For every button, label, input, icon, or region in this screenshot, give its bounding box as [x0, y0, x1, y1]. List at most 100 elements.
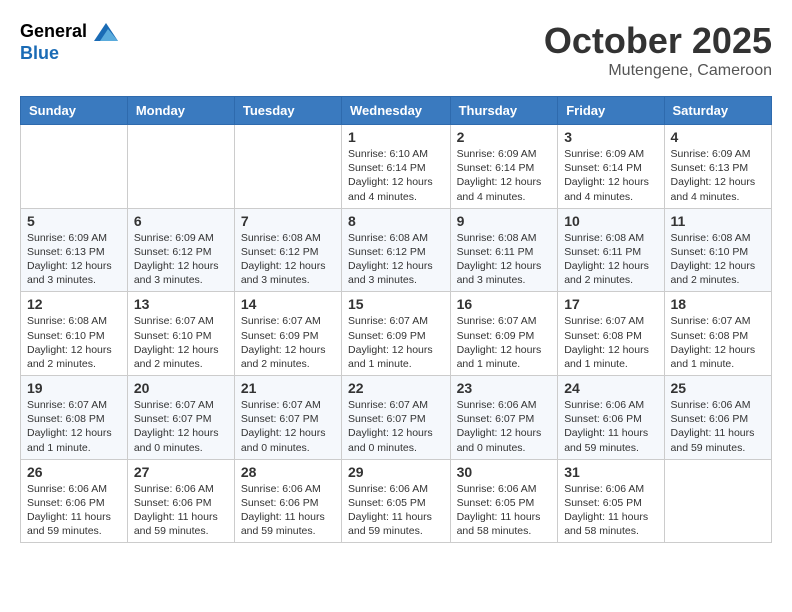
calendar-cell: 31Sunrise: 6:06 AMSunset: 6:05 PMDayligh… — [558, 459, 664, 543]
month-title: October 2025 — [544, 20, 772, 62]
day-number: 25 — [671, 380, 765, 396]
calendar-cell: 13 Sunrise: 6:07 AMSunset: 6:10 PMDayligh… — [127, 292, 234, 376]
calendar-cell: 5Sunrise: 6:09 AMSunset: 6:13 PMDaylight… — [21, 208, 128, 292]
calendar-cell: 17 Sunrise: 6:07 AMSunset: 6:08 PMDayligh… — [558, 292, 664, 376]
day-info: Sunrise: 6:07 AMSunset: 6:10 PMDaylight:… — [134, 314, 228, 371]
calendar-cell: 9 Sunrise: 6:08 AMSunset: 6:11 PMDaylight… — [450, 208, 558, 292]
calendar-cell: 29 Sunrise: 6:06 AMSunset: 6:05 PMDayligh… — [342, 459, 451, 543]
calendar-week-row: 1 Sunrise: 6:10 AMSunset: 6:14 PMDaylight… — [21, 125, 772, 209]
col-header-friday: Friday — [558, 97, 664, 125]
day-info: Sunrise: 6:08 AMSunset: 6:10 PMDaylight:… — [671, 231, 765, 288]
day-number: 21 — [241, 380, 335, 396]
calendar-cell: 20 Sunrise: 6:07 AMSunset: 6:07 PMDayligh… — [127, 376, 234, 460]
day-number: 5 — [27, 213, 121, 229]
day-number: 23 — [457, 380, 552, 396]
calendar-table: SundayMondayTuesdayWednesdayThursdayFrid… — [20, 96, 772, 543]
day-info: Sunrise: 6:08 AMSunset: 6:12 PMDaylight:… — [348, 231, 444, 288]
day-info: Sunrise: 6:08 AMSunset: 6:11 PMDaylight:… — [457, 231, 552, 288]
calendar-cell: 16Sunrise: 6:07 AMSunset: 6:09 PMDayligh… — [450, 292, 558, 376]
day-number: 31 — [564, 464, 657, 480]
calendar-cell: 25 Sunrise: 6:06 AMSunset: 6:06 PMDayligh… — [664, 376, 771, 460]
day-number: 11 — [671, 213, 765, 229]
day-info: Sunrise: 6:07 AMSunset: 6:09 PMDaylight:… — [241, 314, 335, 371]
calendar-cell: 27Sunrise: 6:06 AMSunset: 6:06 PMDayligh… — [127, 459, 234, 543]
day-info: Sunrise: 6:07 AMSunset: 6:07 PMDaylight:… — [348, 398, 444, 455]
day-info: Sunrise: 6:06 AMSunset: 6:05 PMDaylight:… — [348, 482, 444, 539]
calendar-week-row: 5Sunrise: 6:09 AMSunset: 6:13 PMDaylight… — [21, 208, 772, 292]
calendar-cell: 8Sunrise: 6:08 AMSunset: 6:12 PMDaylight… — [342, 208, 451, 292]
calendar-week-row: 26Sunrise: 6:06 AMSunset: 6:06 PMDayligh… — [21, 459, 772, 543]
day-number: 1 — [348, 129, 444, 145]
day-info: Sunrise: 6:06 AMSunset: 6:05 PMDaylight:… — [457, 482, 552, 539]
day-info: Sunrise: 6:08 AMSunset: 6:12 PMDaylight:… — [241, 231, 335, 288]
day-number: 17 — [564, 296, 657, 312]
calendar-cell: 26Sunrise: 6:06 AMSunset: 6:06 PMDayligh… — [21, 459, 128, 543]
day-number: 20 — [134, 380, 228, 396]
location-subtitle: Mutengene, Cameroon — [544, 62, 772, 80]
day-info: Sunrise: 6:07 AMSunset: 6:09 PMDaylight:… — [348, 314, 444, 371]
logo-blue: Blue — [20, 44, 118, 64]
day-number: 13 — [134, 296, 228, 312]
calendar-cell: 22 Sunrise: 6:07 AMSunset: 6:07 PMDayligh… — [342, 376, 451, 460]
logo-general: General — [20, 20, 118, 44]
day-number: 9 — [457, 213, 552, 229]
day-number: 3 — [564, 129, 657, 145]
day-number: 6 — [134, 213, 228, 229]
day-number: 22 — [348, 380, 444, 396]
day-number: 2 — [457, 129, 552, 145]
col-header-wednesday: Wednesday — [342, 97, 451, 125]
calendar-week-row: 12Sunrise: 6:08 AMSunset: 6:10 PMDayligh… — [21, 292, 772, 376]
col-header-saturday: Saturday — [664, 97, 771, 125]
calendar-cell: 4Sunrise: 6:09 AMSunset: 6:13 PMDaylight… — [664, 125, 771, 209]
day-number: 14 — [241, 296, 335, 312]
day-info: Sunrise: 6:06 AMSunset: 6:06 PMDaylight:… — [241, 482, 335, 539]
day-number: 28 — [241, 464, 335, 480]
calendar-cell: 12Sunrise: 6:08 AMSunset: 6:10 PMDayligh… — [21, 292, 128, 376]
day-info: Sunrise: 6:06 AMSunset: 6:06 PMDaylight:… — [27, 482, 121, 539]
day-number: 30 — [457, 464, 552, 480]
day-number: 27 — [134, 464, 228, 480]
calendar-cell: 30 Sunrise: 6:06 AMSunset: 6:05 PMDayligh… — [450, 459, 558, 543]
col-header-thursday: Thursday — [450, 97, 558, 125]
page-header: General Blue October 2025 Mutengene, Cam… — [20, 20, 772, 80]
day-number: 19 — [27, 380, 121, 396]
col-header-sunday: Sunday — [21, 97, 128, 125]
calendar-cell: 6 Sunrise: 6:09 AMSunset: 6:12 PMDaylight… — [127, 208, 234, 292]
calendar-cell: 1 Sunrise: 6:10 AMSunset: 6:14 PMDaylight… — [342, 125, 451, 209]
day-info: Sunrise: 6:08 AMSunset: 6:10 PMDaylight:… — [27, 314, 121, 371]
day-info: Sunrise: 6:06 AMSunset: 6:07 PMDaylight:… — [457, 398, 552, 455]
calendar-cell — [664, 459, 771, 543]
day-info: Sunrise: 6:06 AMSunset: 6:06 PMDaylight:… — [564, 398, 657, 455]
day-info: Sunrise: 6:08 AMSunset: 6:11 PMDaylight:… — [564, 231, 657, 288]
calendar-cell — [21, 125, 128, 209]
col-header-monday: Monday — [127, 97, 234, 125]
day-number: 29 — [348, 464, 444, 480]
day-info: Sunrise: 6:07 AMSunset: 6:07 PMDaylight:… — [241, 398, 335, 455]
calendar-cell — [127, 125, 234, 209]
calendar-cell: 21 Sunrise: 6:07 AMSunset: 6:07 PMDayligh… — [234, 376, 341, 460]
day-info: Sunrise: 6:06 AMSunset: 6:06 PMDaylight:… — [671, 398, 765, 455]
day-number: 16 — [457, 296, 552, 312]
day-info: Sunrise: 6:09 AMSunset: 6:12 PMDaylight:… — [134, 231, 228, 288]
calendar-cell: 14 Sunrise: 6:07 AMSunset: 6:09 PMDayligh… — [234, 292, 341, 376]
day-number: 24 — [564, 380, 657, 396]
calendar-cell: 2 Sunrise: 6:09 AMSunset: 6:14 PMDaylight… — [450, 125, 558, 209]
calendar-cell: 15 Sunrise: 6:07 AMSunset: 6:09 PMDayligh… — [342, 292, 451, 376]
day-number: 15 — [348, 296, 444, 312]
day-info: Sunrise: 6:10 AMSunset: 6:14 PMDaylight:… — [348, 147, 444, 204]
day-number: 7 — [241, 213, 335, 229]
calendar-cell: 28 Sunrise: 6:06 AMSunset: 6:06 PMDayligh… — [234, 459, 341, 543]
day-info: Sunrise: 6:09 AMSunset: 6:14 PMDaylight:… — [564, 147, 657, 204]
title-block: October 2025 Mutengene, Cameroon — [544, 20, 772, 80]
calendar-cell: 24 Sunrise: 6:06 AMSunset: 6:06 PMDayligh… — [558, 376, 664, 460]
col-header-tuesday: Tuesday — [234, 97, 341, 125]
day-number: 4 — [671, 129, 765, 145]
day-info: Sunrise: 6:07 AMSunset: 6:07 PMDaylight:… — [134, 398, 228, 455]
calendar-cell: 11 Sunrise: 6:08 AMSunset: 6:10 PMDayligh… — [664, 208, 771, 292]
day-info: Sunrise: 6:07 AMSunset: 6:08 PMDaylight:… — [564, 314, 657, 371]
day-info: Sunrise: 6:09 AMSunset: 6:14 PMDaylight:… — [457, 147, 552, 204]
calendar-cell: 3 Sunrise: 6:09 AMSunset: 6:14 PMDaylight… — [558, 125, 664, 209]
calendar-header-row: SundayMondayTuesdayWednesdayThursdayFrid… — [21, 97, 772, 125]
logo: General Blue — [20, 20, 118, 64]
calendar-cell: 18Sunrise: 6:07 AMSunset: 6:08 PMDayligh… — [664, 292, 771, 376]
